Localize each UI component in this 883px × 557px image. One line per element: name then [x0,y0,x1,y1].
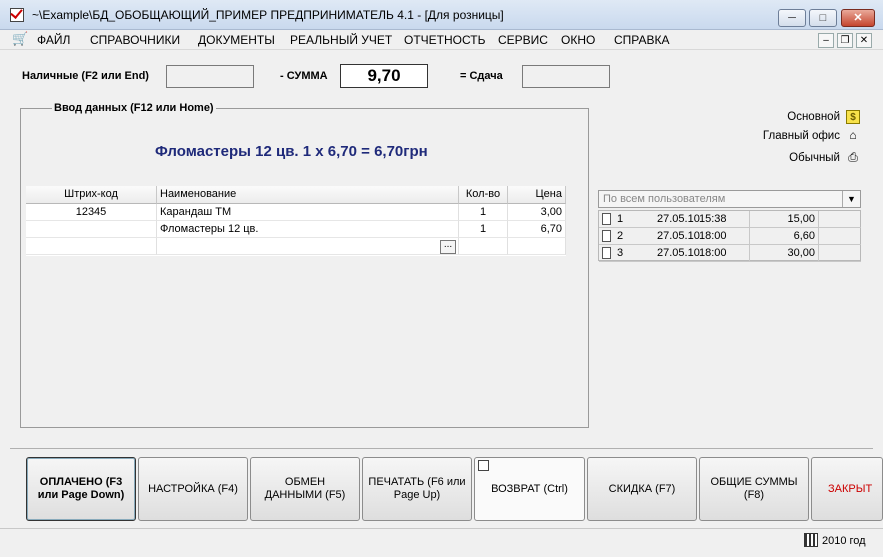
table-cell-qty[interactable]: 1 [459,204,508,221]
table-cell-price[interactable]: 3,00 [508,204,566,221]
barcode-icon [804,533,818,547]
menu-documents[interactable]: ДОКУМЕНТЫ [198,33,275,47]
menu-window[interactable]: ОКНО [561,33,595,47]
status-year: 2010 год [822,535,866,547]
status-bar: 2010 год [0,528,883,557]
list-item[interactable]: 3 27.05.10 18:00 30,00 [599,245,861,262]
settings-button[interactable]: НАСТРОЙКА (F4) [138,457,248,521]
table-cell-barcode[interactable]: 12345 [26,204,157,221]
receipt-number: 1 [617,213,624,225]
table-cell-name[interactable]: Фломастеры 12 цв. [157,221,459,238]
current-item-line: Фломастеры 12 цв. 1 х 6,70 = 6,70грн [155,143,428,160]
table-cell-barcode[interactable] [26,221,157,238]
lookup-ellipsis-button[interactable]: ... [440,240,456,254]
column-header-qty[interactable]: Кол-во [459,186,508,204]
table-cell-qty-new[interactable] [459,238,508,255]
mdi-restore-button[interactable]: ❐ [837,33,853,48]
printer-icon[interactable]: ⎙ [846,150,860,164]
change-label: = Сдача [460,70,503,82]
menu-real-accounting[interactable]: РЕАЛЬНЫЙ УЧЕТ [290,33,392,47]
cart-icon: 🛒 [12,31,29,46]
app-checkmark-icon [10,8,24,22]
home-icon[interactable]: ⌂ [846,128,860,142]
bottom-separator [10,448,873,449]
maximize-button[interactable]: □ [809,9,837,27]
cash-input[interactable] [166,65,254,88]
price-type-main-label[interactable]: Основной [772,111,840,123]
coin-icon[interactable]: $ [846,110,860,124]
minimize-button[interactable]: ─ [778,9,806,27]
receipt-sum: 30,00 [749,245,819,261]
menu-service[interactable]: СЕРВИС [498,33,548,47]
sum-label: - СУММА [280,70,328,82]
document-icon [602,247,611,259]
table-cell-qty[interactable]: 1 [459,221,508,238]
table-cell-name[interactable]: Карандаш ТМ [157,204,459,221]
receipt-number: 3 [617,247,624,259]
document-icon [602,213,611,225]
mdi-minimize-button[interactable]: – [818,33,834,48]
return-checkbox[interactable] [478,460,489,471]
cash-label: Наличные (F2 или End) [22,70,149,82]
menu-references[interactable]: СПРАВОЧНИКИ [90,33,180,47]
receipt-number: 2 [617,230,624,242]
window-title: ~\Example\БД_ОБОБЩАЮЩИЙ_ПРИМЕР ПРЕДПРИНИ… [32,8,504,22]
total-sums-button[interactable]: ОБЩИЕ СУММЫ (F8) [699,457,809,521]
receipts-list: 1 27.05.10 15:38 15,00 2 27.05.10 18:00 … [598,210,861,262]
user-filter-value: По всем пользователям [603,193,726,205]
table-cell-name-new[interactable] [157,238,459,255]
paid-button[interactable]: ОПЛАЧЕНО (F3 или Page Down) [26,457,136,521]
menu-bar: 🛒 ФАЙЛ СПРАВОЧНИКИ ДОКУМЕНТЫ РЕАЛЬНЫЙ УЧ… [0,30,883,50]
document-icon [602,230,611,242]
items-table: Штрих-код Наименование Кол-во Цена 12345… [26,186,566,256]
close-button[interactable]: ЗАКРЫТ [811,457,883,521]
print-button[interactable]: ПЕЧАТАТЬ (F6 или Page Up) [362,457,472,521]
receipt-time: 18:00 [699,247,727,259]
receipt-sum: 15,00 [749,211,819,227]
data-exchange-button[interactable]: ОБМЕН ДАННЫМИ (F5) [250,457,360,521]
table-cell-price[interactable]: 6,70 [508,221,566,238]
data-entry-group-title: Ввод данных (F12 или Home) [52,102,216,114]
sum-value: 9,70 [340,64,428,88]
chevron-down-icon[interactable]: ▼ [842,191,860,207]
close-window-button[interactable]: ✕ [841,9,875,27]
customer-type-label[interactable]: Обычный [770,152,840,164]
change-value [522,65,610,88]
column-header-price[interactable]: Цена [508,186,566,204]
menu-file[interactable]: ФАЙЛ [37,33,70,47]
list-item[interactable]: 1 27.05.10 15:38 15,00 [599,211,861,228]
mdi-close-button[interactable]: ✕ [856,33,872,48]
receipt-time: 18:00 [699,230,727,242]
table-cell-price-new[interactable] [508,238,566,255]
menu-help[interactable]: СПРАВКА [614,33,670,47]
return-button[interactable]: ВОЗВРАТ (Ctrl) [474,457,585,521]
list-item[interactable]: 2 27.05.10 18:00 6,60 [599,228,861,245]
menu-reports[interactable]: ОТЧЕТНОСТЬ [404,33,485,47]
user-filter-select[interactable]: По всем пользователям ▼ [598,190,861,208]
table-cell-barcode-new[interactable] [26,238,157,255]
title-bar: ~\Example\БД_ОБОБЩАЮЩИЙ_ПРИМЕР ПРЕДПРИНИ… [0,0,883,30]
column-header-barcode[interactable]: Штрих-код [26,186,157,204]
receipt-time: 15:38 [699,213,727,225]
column-header-name[interactable]: Наименование [157,186,459,204]
discount-button[interactable]: СКИДКА (F7) [587,457,697,521]
receipt-sum: 6,60 [749,228,819,244]
office-label[interactable]: Главный офис [760,130,840,142]
